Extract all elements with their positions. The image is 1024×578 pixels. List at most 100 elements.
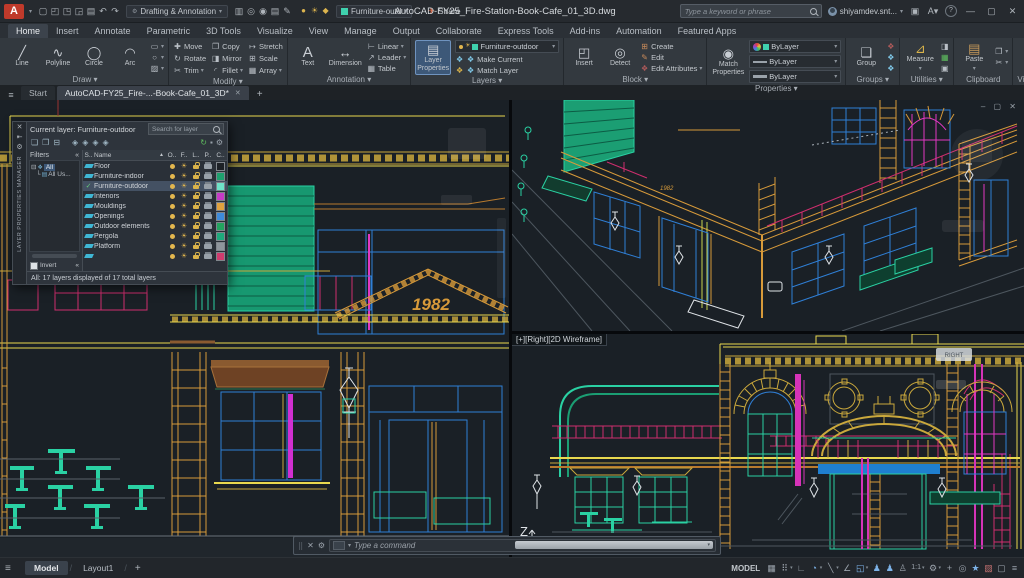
layer-color-swatch[interactable] (216, 241, 225, 251)
new-layer-icon[interactable]: ❏ (31, 139, 38, 147)
layer-plot-icon[interactable] (204, 161, 212, 169)
edit-block-tool[interactable]: ✎ Edit (640, 53, 702, 62)
account-menu[interactable]: shiyamdev.snt... ▾ (827, 6, 903, 16)
snap-mode-icon[interactable]: ⠿ ▾ (780, 563, 792, 573)
scale-tool[interactable]: ⊞ Scale (248, 52, 283, 64)
layer-row[interactable]: ✓ Furniture-outdoor ☀ (83, 181, 227, 191)
infer-constraints-icon[interactable]: ∟ (797, 563, 806, 573)
panel-label-block[interactable]: Block ▾ (568, 74, 702, 85)
open-file-icon[interactable]: ◰ (49, 5, 61, 17)
object-snap-icon[interactable]: ◱ ▾ (856, 563, 868, 573)
customize-icon[interactable]: ≡ (1010, 563, 1019, 573)
maximize-button[interactable]: ▢ (984, 6, 999, 17)
file-tab-menu-icon[interactable]: ≡ (3, 90, 19, 100)
start-tab[interactable]: Start (21, 86, 55, 100)
pointer-icon[interactable]: ◎ (245, 5, 257, 17)
layer-color-swatch[interactable] (216, 231, 225, 241)
ribbon-tab-annotate[interactable]: Annotate (87, 24, 139, 38)
ribbon-tab-automation[interactable]: Automation (608, 24, 670, 38)
help-icon[interactable]: ? (945, 5, 957, 17)
panel-label-layers[interactable]: Layers ▾ (415, 75, 559, 86)
workspace-dropdown[interactable]: ⚙ Drafting & Annotation ▾ (126, 4, 229, 18)
layer-lock-icon[interactable] (192, 182, 200, 189)
close-tab-icon[interactable]: ✕ (235, 89, 241, 97)
layer-on-icon[interactable] (169, 173, 175, 179)
viewport-label[interactable]: [+][Right][2D Wireframe] (512, 334, 608, 346)
measure-tool[interactable]: ⊿ Measure ▾ (904, 40, 936, 74)
layer-properties-button[interactable]: ▤ Layer Properties (415, 40, 452, 75)
new-layout-button[interactable]: + (129, 563, 147, 574)
layer-color-swatch[interactable] (216, 221, 225, 231)
recent-commands-icon[interactable] (333, 541, 346, 550)
new-group-icon[interactable]: ❐ (42, 139, 49, 147)
ribbon-tab-add-ins[interactable]: Add-ins (562, 24, 609, 38)
layer-color-swatch[interactable] (216, 161, 225, 171)
plot-icon[interactable]: ▤ (85, 5, 97, 17)
redo-icon[interactable]: ↷ (109, 5, 121, 17)
panel-label-properties[interactable]: Properties ▾ (711, 83, 841, 94)
document-tab[interactable]: AutoCAD-FY25_Fire-...-Book-Cafe_01_3D* ✕ (56, 86, 249, 100)
sun-icon[interactable]: ☀ (309, 5, 320, 17)
layer-state-icon-1[interactable]: ◈ (72, 139, 78, 147)
layer-plot-icon[interactable] (204, 251, 212, 259)
filter-all[interactable]: All (43, 163, 56, 171)
panel-label-clipboard[interactable]: Clipboard (958, 74, 1008, 85)
layer-freeze-icon[interactable]: ☀ (181, 183, 187, 190)
annotation-visibility-icon[interactable]: ♟ (872, 563, 881, 573)
layer-plot-icon[interactable] (204, 181, 212, 189)
leader-tool[interactable]: ↗ Leader ▾ (367, 53, 406, 62)
match-layer-button[interactable]: ❖ ❖ Match Layer (455, 66, 559, 75)
layer-row[interactable]: Floor ☀ (83, 161, 227, 171)
layer-color-swatch[interactable] (216, 211, 225, 221)
crosshair-icon[interactable]: + (945, 563, 954, 573)
layer-combo[interactable]: ☀ Furniture-outdoor ▾ (455, 40, 560, 53)
collapse-filters-icon[interactable]: « (75, 152, 79, 159)
layer-on-icon[interactable] (169, 163, 175, 169)
save-icon[interactable]: ◳ (61, 5, 73, 17)
palette-autohide-icon[interactable]: ⇤ (17, 134, 23, 141)
sheet-set-icon[interactable]: ▤ (269, 5, 281, 17)
make-current-button[interactable]: ❖ ❖ Make Current (455, 55, 559, 64)
layer-freeze-icon[interactable]: ☀ (181, 253, 187, 260)
layer-on-icon[interactable] (169, 203, 175, 209)
print-icon[interactable]: ▥ (233, 5, 245, 17)
layer-lock-icon[interactable] (192, 222, 200, 229)
edit-attributes-tool[interactable]: ❖ Edit Attributes ▾ (640, 64, 702, 73)
mirror-tool[interactable]: ◨ Mirror (211, 52, 243, 64)
hatch-tool[interactable]: ▨ ▾ (150, 64, 164, 73)
layer-row[interactable]: Outdoor elements ☀ (83, 221, 227, 231)
refresh-icon[interactable]: ↻ (200, 139, 207, 147)
scale-list-icon[interactable]: 1:1 ▾ (911, 563, 924, 573)
find-tool[interactable]: ▣ (940, 64, 949, 73)
command-close-icon[interactable]: ✕ (307, 541, 314, 550)
trim-tool[interactable]: ✂ Trim ▾ (173, 64, 206, 76)
viewport-3d-iso[interactable]: 1982 ‒ ▢ ✕ (512, 100, 1024, 334)
workspace-switching-icon[interactable]: ⚙ ▾ (928, 563, 941, 573)
polyline-tool[interactable]: ∿ Polyline (42, 40, 74, 74)
layer-plot-icon[interactable] (204, 221, 212, 229)
palette-close-icon[interactable]: ✕ (17, 124, 23, 131)
create-block-tool[interactable]: ⊞ Create (640, 42, 702, 51)
layer-color-swatch[interactable] (216, 201, 225, 211)
new-tab-button[interactable]: + (251, 89, 269, 100)
ribbon-tab-parametric[interactable]: Parametric (139, 24, 199, 38)
ribbon-tab-view[interactable]: View (301, 24, 336, 38)
ribbon-tab-manage[interactable]: Manage (336, 24, 385, 38)
ungroup-tool[interactable]: ❖ (886, 42, 895, 51)
copy-tool[interactable]: ❐ Copy (211, 40, 243, 52)
rotate-tool[interactable]: ↻ Rotate (173, 52, 206, 64)
pen-icon[interactable]: ✎ (281, 5, 293, 17)
annotation-autoscale-icon[interactable]: ♟ (885, 563, 894, 573)
cut-clip-tool[interactable]: ✂ ▾ (994, 58, 1008, 67)
layer-on-icon[interactable] (169, 213, 175, 219)
command-customize-icon[interactable]: ⚙ (318, 541, 325, 550)
command-line[interactable]: ⣿ ✕ ⚙ ▾ Type a command ▾ (293, 536, 721, 555)
model-space-indicator[interactable]: MODEL (731, 564, 760, 573)
layout1-tab[interactable]: Layout1 (74, 561, 122, 575)
copy-clip-tool[interactable]: ❐ ▾ (994, 47, 1008, 56)
rectangle-tool[interactable]: ▭ ▾ (150, 42, 164, 51)
layer-freeze-icon[interactable]: ☀ (181, 193, 187, 200)
close-button[interactable]: ✕ (1005, 6, 1020, 17)
insert-block-tool[interactable]: ◰ Insert (568, 40, 600, 74)
fillet-tool[interactable]: ◜ Fillet ▾ (211, 64, 243, 76)
